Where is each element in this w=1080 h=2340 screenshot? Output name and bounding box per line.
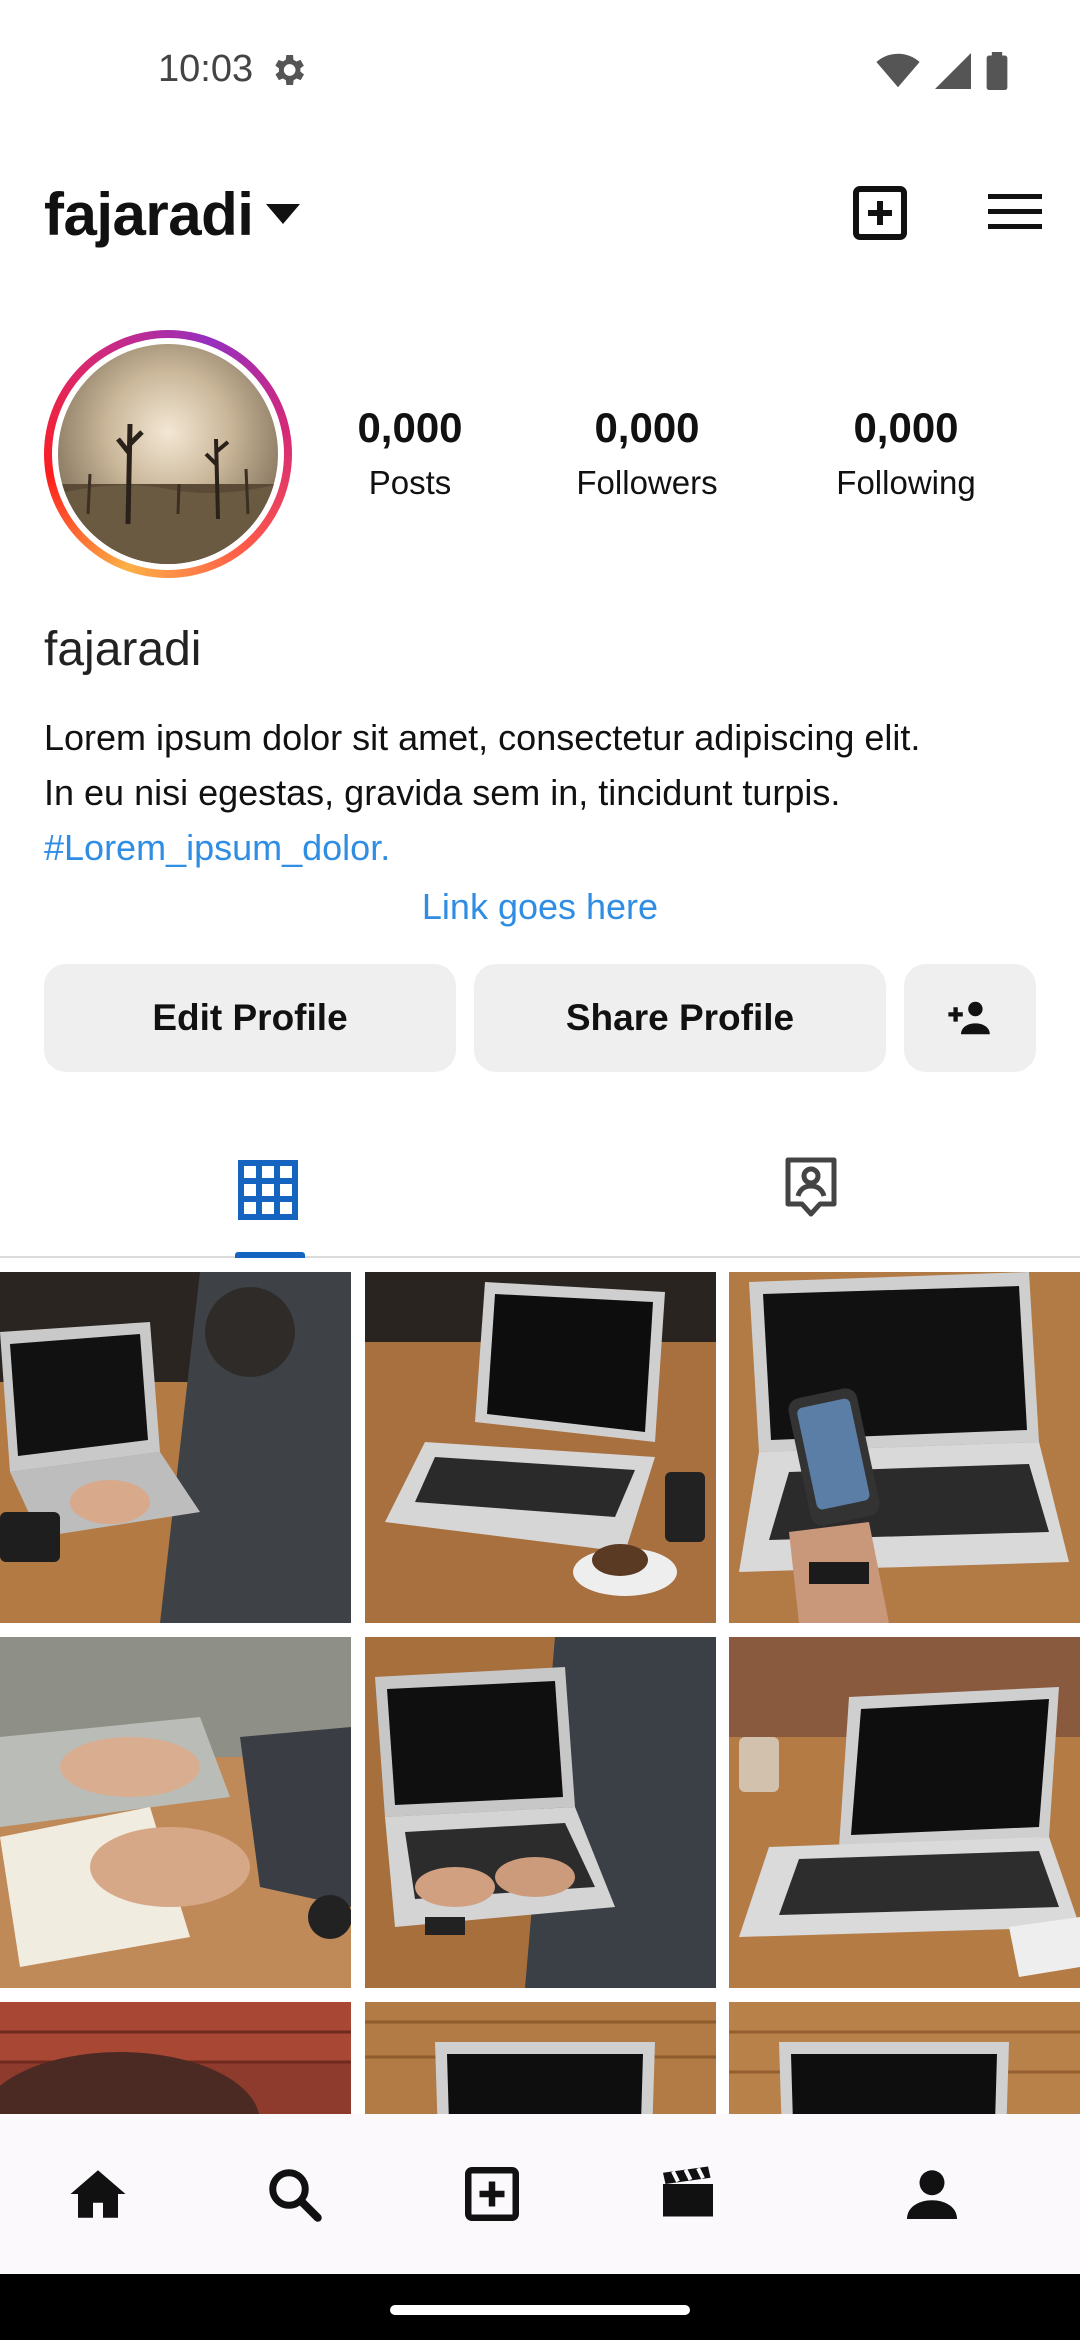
post-thumbnail[interactable]	[0, 2002, 351, 2114]
edit-profile-button[interactable]: Edit Profile	[44, 964, 456, 1072]
post-thumbnail[interactable]	[0, 1637, 351, 1988]
profile-stats: 0,000 Posts 0,000 Followers 0,000 Follow…	[300, 404, 1080, 514]
stat-followers[interactable]: 0,000 Followers	[537, 404, 757, 502]
wifi-icon	[876, 53, 920, 88]
tagged-tab-icon[interactable]	[784, 1156, 838, 1218]
bio-hashtag-link[interactable]: #Lorem_ipsum_dolor.	[44, 820, 1054, 875]
reels-icon[interactable]	[658, 2164, 718, 2224]
cell-signal-icon	[935, 53, 971, 89]
add-post-icon[interactable]	[462, 2164, 522, 2224]
stat-posts[interactable]: 0,000 Posts	[300, 404, 520, 502]
stat-label: Following	[836, 464, 976, 501]
profile-icon[interactable]	[902, 2164, 962, 2224]
stat-value: 0,000	[853, 404, 959, 451]
home-icon[interactable]	[68, 2164, 128, 2224]
post-thumbnail[interactable]	[729, 1637, 1080, 1988]
stat-label: Followers	[576, 464, 718, 501]
profile-header: fajaradi	[0, 160, 1080, 265]
grid-tab-icon[interactable]	[238, 1160, 298, 1220]
stat-following[interactable]: 0,000 Following	[796, 404, 1016, 502]
posts-grid	[0, 1272, 1080, 2114]
status-time: 10:03	[158, 48, 254, 90]
post-thumbnail[interactable]	[729, 2002, 1080, 2114]
post-thumbnail[interactable]	[365, 2002, 716, 2114]
new-post-icon[interactable]	[852, 185, 908, 241]
content-tabs	[0, 1120, 1080, 1258]
active-tab-indicator	[235, 1252, 305, 1258]
share-profile-button[interactable]: Share Profile	[474, 964, 886, 1072]
post-thumbnail[interactable]	[365, 1637, 716, 1988]
stat-value: 0,000	[594, 404, 700, 451]
profile-link[interactable]: Link goes here	[0, 886, 1080, 928]
avatar	[58, 344, 278, 564]
avatar-story-ring[interactable]	[44, 330, 292, 578]
username-switcher[interactable]: fajaradi	[44, 180, 254, 249]
discover-people-button[interactable]	[904, 964, 1036, 1072]
stat-label: Posts	[368, 464, 452, 501]
bottom-navigation	[0, 2114, 1080, 2274]
chevron-down-icon[interactable]	[266, 204, 300, 224]
bio-line: In eu nisi egestas, gravida sem in, tinc…	[44, 772, 841, 813]
hamburger-menu-icon[interactable]	[988, 190, 1042, 234]
post-thumbnail[interactable]	[0, 1272, 351, 1623]
battery-icon	[986, 52, 1008, 90]
home-gesture-handle[interactable]	[390, 2305, 690, 2315]
stat-value: 0,000	[357, 404, 463, 451]
post-thumbnail[interactable]	[729, 1272, 1080, 1623]
settings-gear-icon	[275, 55, 304, 85]
status-bar: 10:03	[0, 0, 1080, 140]
bio: Lorem ipsum dolor sit amet, consectetur …	[44, 710, 1054, 875]
add-person-icon	[948, 1001, 990, 1035]
search-icon[interactable]	[264, 2164, 324, 2224]
display-name: fajaradi	[44, 623, 202, 676]
bio-line: Lorem ipsum dolor sit amet, consectetur …	[44, 717, 921, 758]
post-thumbnail[interactable]	[365, 1272, 716, 1623]
